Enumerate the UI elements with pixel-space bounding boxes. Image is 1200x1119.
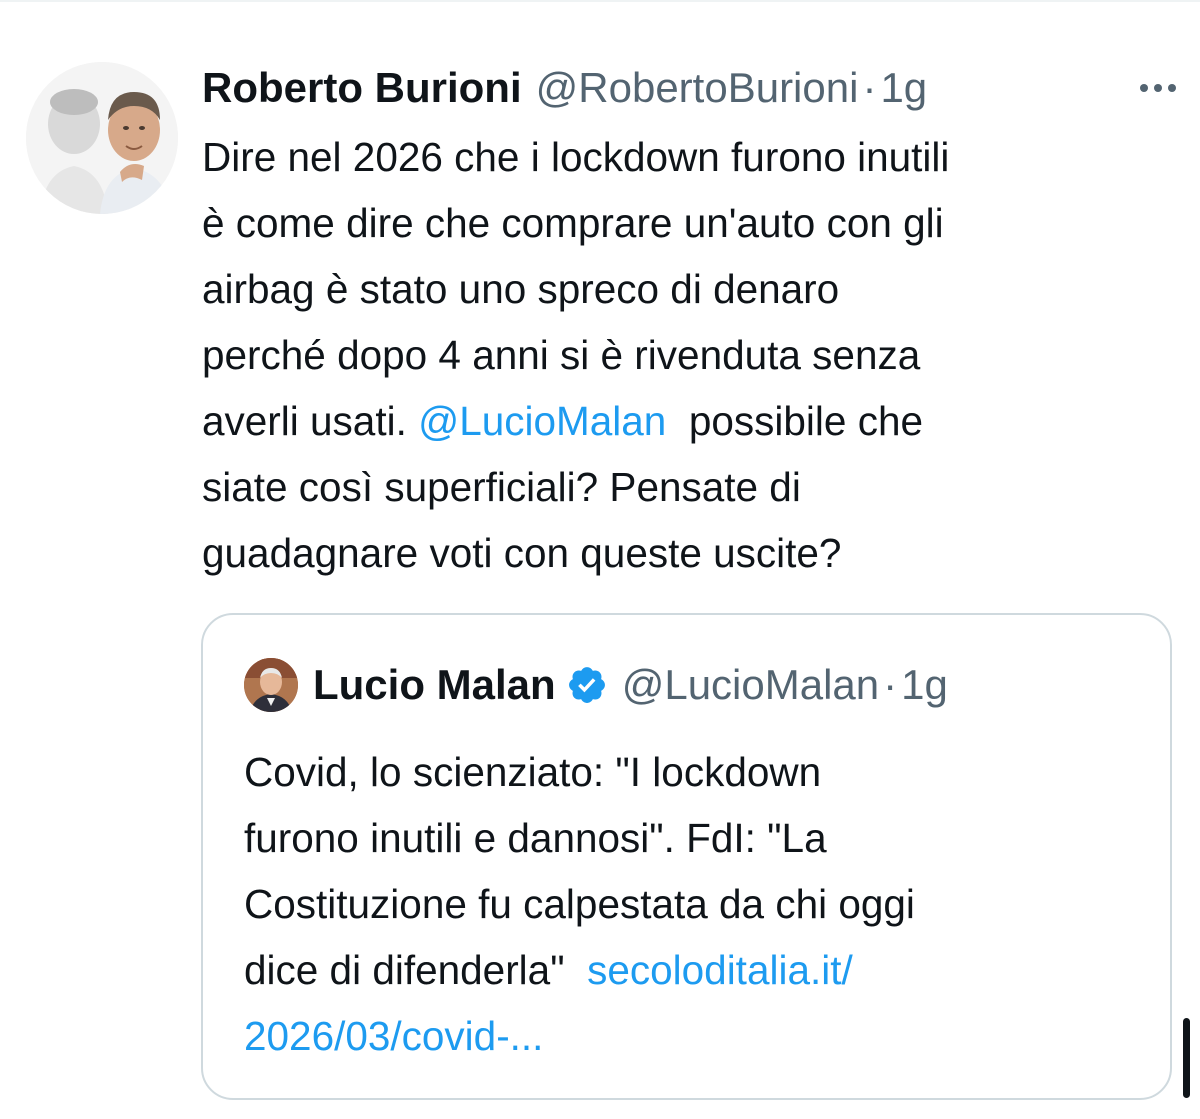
tweet-text-segment: possibile che xyxy=(666,398,923,444)
avatar-photo-icon xyxy=(244,658,298,712)
quoted-text-line: dice di difenderla" secoloditalia.it/ xyxy=(244,937,1144,1003)
tweet-text-line: airbag è stato uno spreco di denaro xyxy=(202,266,840,312)
quoted-tweet-card[interactable]: Lucio Malan @LucioMalan · 1g Covid, lo s… xyxy=(201,613,1172,1100)
tweet-text-line: Dire nel 2026 che i lockdown furono inut… xyxy=(202,134,950,180)
separator-dot: · xyxy=(883,661,898,708)
more-options-button[interactable] xyxy=(1132,66,1184,110)
tweet-text: Dire nel 2026 che i lockdown furono inut… xyxy=(202,124,1162,586)
quoted-tweet-text: Covid, lo scienziato: "I lockdown furono… xyxy=(244,739,1144,1069)
avatar-photo-icon xyxy=(26,62,178,214)
author-avatar[interactable] xyxy=(26,62,178,214)
tweet-text-line: perché dopo 4 anni si è rivenduta senza xyxy=(202,332,921,378)
tweet-text-line: è come dire che comprare un'auto con gli xyxy=(202,200,944,246)
more-horizontal-icon xyxy=(1140,84,1176,92)
separator-dot: · xyxy=(862,64,877,111)
verified-badge-icon xyxy=(568,667,605,703)
quoted-text-segment: dice di difenderla" xyxy=(244,947,588,993)
quoted-tweet-timestamp[interactable]: 1g xyxy=(901,655,948,715)
quoted-tweet-header: Lucio Malan @LucioMalan · 1g xyxy=(313,655,948,715)
quoted-text-line: Covid, lo scienziato: "I lockdown xyxy=(244,749,822,795)
quoted-author-avatar[interactable] xyxy=(244,658,298,712)
tweet-text-line: guadagnare voti con queste uscite? xyxy=(202,530,842,576)
tweet-text-line: siate così superficiali? Pensate di xyxy=(202,464,801,510)
scrollbar-thumb[interactable] xyxy=(1183,1018,1190,1098)
author-handle[interactable]: @RobertoBurioni xyxy=(536,58,859,118)
quoted-text-line: Costituzione fu calpestata da chi oggi xyxy=(244,881,915,927)
quoted-text-line: furono inutili e dannosi". FdI: "La xyxy=(244,815,827,861)
quoted-author-name[interactable]: Lucio Malan xyxy=(313,655,556,715)
tweet-header: Roberto Burioni @RobertoBurioni · 1g xyxy=(202,58,927,118)
article-link[interactable]: secoloditalia.it/ xyxy=(587,947,853,993)
tweet-timestamp[interactable]: 1g xyxy=(880,58,927,118)
quoted-author-handle[interactable]: @LucioMalan xyxy=(622,655,879,715)
mention-link[interactable]: @LucioMalan xyxy=(418,398,666,444)
tweet-text-line: averli usati. @LucioMalan possibile che xyxy=(202,388,1162,454)
author-name[interactable]: Roberto Burioni xyxy=(202,58,522,118)
top-divider xyxy=(0,0,1200,2)
tweet-text-segment: averli usati. xyxy=(202,398,419,444)
article-link-continued[interactable]: 2026/03/covid-... xyxy=(244,1003,1144,1069)
